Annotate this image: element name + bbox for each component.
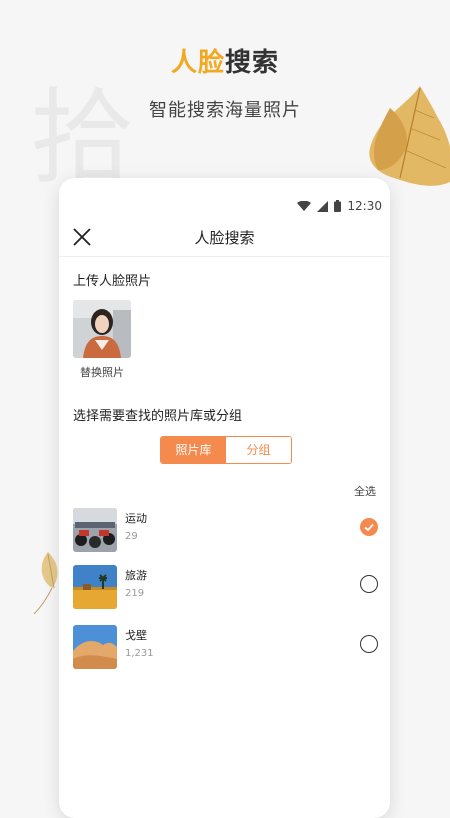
album-row[interactable]: 戈壁 1,231 bbox=[73, 625, 378, 671]
album-count: 219 bbox=[125, 588, 145, 599]
library-section-label: 选择需要查找的照片库或分组 bbox=[73, 409, 243, 424]
album-thumbnail bbox=[73, 625, 117, 669]
album-name: 运动 bbox=[125, 512, 147, 525]
tab-groups[interactable]: 分组 bbox=[226, 437, 291, 463]
album-count: 29 bbox=[125, 531, 138, 542]
unselected-checkbox[interactable] bbox=[360, 635, 378, 653]
hero-title: 人脸搜索 bbox=[0, 42, 450, 79]
hero-title-rest: 搜索 bbox=[225, 48, 280, 78]
album-name: 旅游 bbox=[125, 569, 147, 582]
travel-photo-image bbox=[73, 565, 117, 609]
face-photo-image bbox=[73, 300, 131, 358]
album-row[interactable]: 运动 29 bbox=[73, 508, 378, 554]
tab-photo-library[interactable]: 照片库 bbox=[161, 437, 226, 463]
album-count: 1,231 bbox=[125, 648, 154, 659]
status-time: 12:30 bbox=[347, 199, 382, 213]
album-thumbnail bbox=[73, 508, 117, 552]
album-row[interactable]: 旅游 219 bbox=[73, 565, 378, 611]
source-segmented-control: 照片库 分组 bbox=[160, 436, 292, 464]
wifi-icon bbox=[297, 201, 312, 211]
hero-title-accent: 人脸 bbox=[170, 48, 225, 78]
page-title: 人脸搜索 bbox=[194, 229, 255, 247]
phone-screen: 12:30 人脸搜索 上传人脸照片 替换照片 选择需要查找的照片库或分组 照片库… bbox=[59, 178, 390, 818]
select-all-button[interactable]: 全选 bbox=[354, 483, 376, 499]
upload-section-label: 上传人脸照片 bbox=[73, 274, 152, 289]
signal-icon bbox=[317, 200, 329, 212]
checkmark-icon bbox=[364, 523, 374, 532]
face-photo[interactable] bbox=[73, 300, 131, 358]
selected-checkbox[interactable] bbox=[360, 518, 378, 536]
sports-photo-image bbox=[73, 508, 117, 552]
replace-photo-link[interactable]: 替换照片 bbox=[73, 364, 131, 380]
nav-bar: 人脸搜索 bbox=[59, 218, 390, 257]
album-thumbnail bbox=[73, 565, 117, 609]
status-bar: 12:30 bbox=[297, 198, 382, 214]
gobi-photo-image bbox=[73, 625, 117, 669]
album-name: 戈壁 bbox=[125, 629, 147, 642]
battery-icon bbox=[334, 200, 342, 212]
unselected-checkbox[interactable] bbox=[360, 575, 378, 593]
